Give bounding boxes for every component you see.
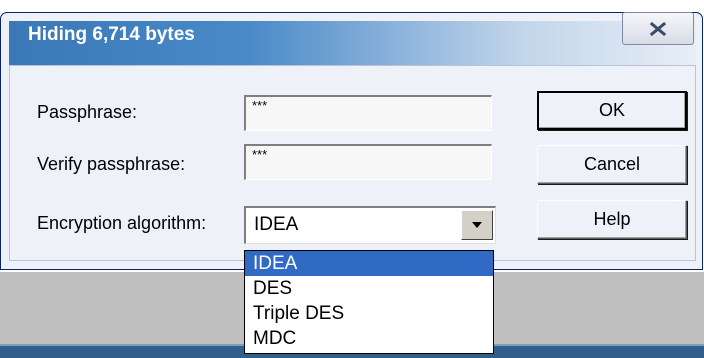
encryption-algorithm-value: IDEA	[254, 214, 299, 235]
verify-passphrase-label: Verify passphrase:	[37, 154, 186, 174]
dropdown-option-mdc[interactable]: MDC	[245, 326, 493, 351]
passphrase-input[interactable]: ***	[244, 95, 492, 131]
close-icon	[649, 21, 667, 36]
dialog-title: Hiding 6,714 bytes	[28, 24, 195, 45]
dropdown-option-des[interactable]: DES	[245, 276, 493, 301]
close-button[interactable]	[622, 12, 694, 45]
dropdown-arrow-button[interactable]	[461, 210, 493, 240]
dropdown-option-triple-des[interactable]: Triple DES	[245, 301, 493, 326]
cancel-button[interactable]: Cancel	[537, 145, 687, 184]
chevron-down-icon	[472, 222, 482, 228]
encryption-algorithm-label: Encryption algorithm:	[37, 213, 207, 233]
verify-passphrase-input[interactable]: ***	[244, 144, 492, 180]
passphrase-label: Passphrase:	[37, 102, 138, 122]
help-button[interactable]: Help	[537, 200, 687, 239]
dropdown-option-idea[interactable]: IDEA	[245, 251, 493, 276]
encryption-algorithm-select[interactable]: IDEA	[244, 206, 496, 244]
algorithm-dropdown-list: IDEA DES Triple DES MDC	[244, 250, 494, 354]
ok-button[interactable]: OK	[537, 91, 687, 130]
